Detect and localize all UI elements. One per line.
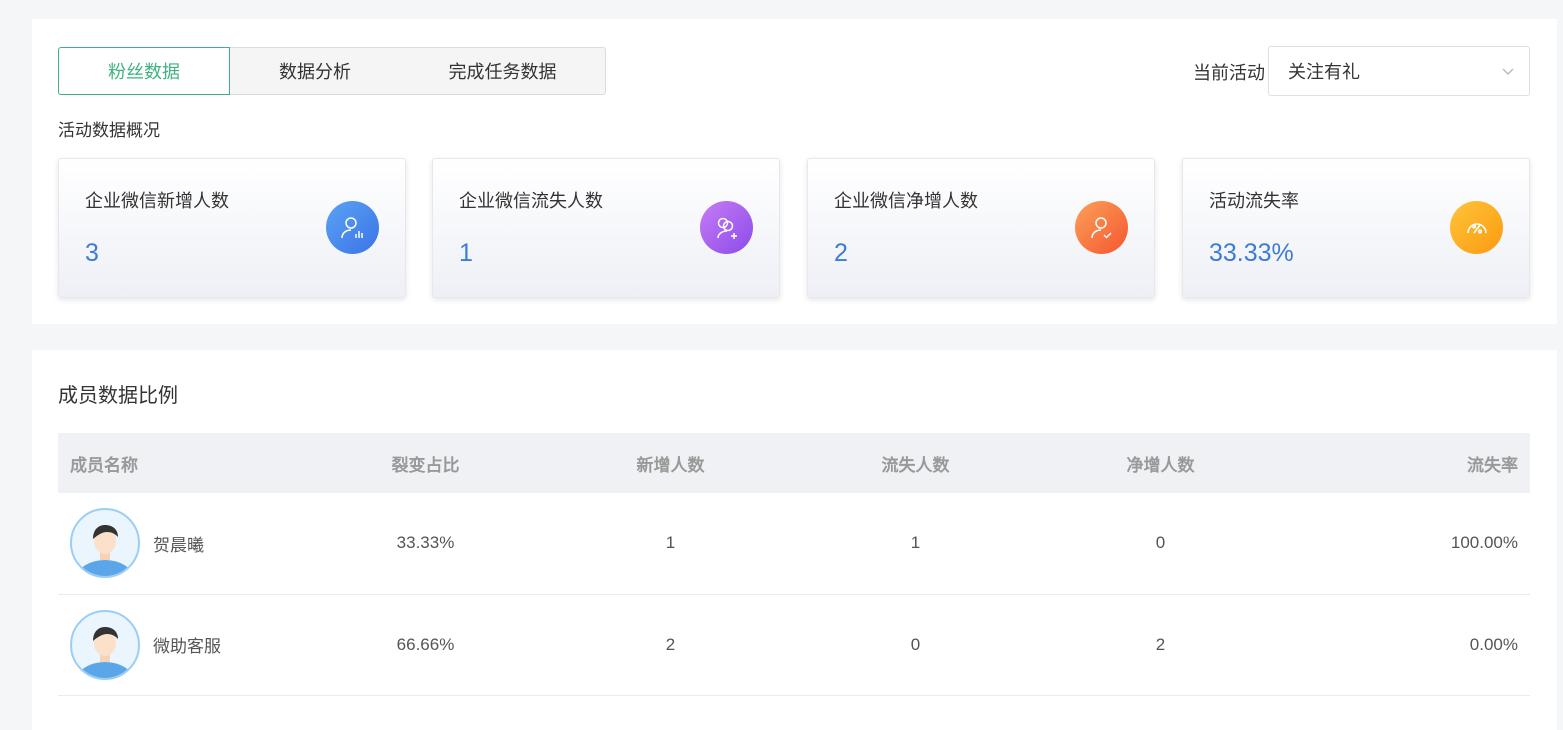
column-header: 裂变占比 <box>391 455 460 475</box>
activity-select[interactable]: 关注有礼 <box>1268 46 1530 96</box>
table-row: 微助客服 66.66% 2 0 2 0.00% <box>58 594 1530 695</box>
ratio-cell: 33.33% <box>396 533 455 553</box>
tab-task-data[interactable]: 完成任务数据 <box>400 47 606 95</box>
user-check-icon <box>1075 201 1128 254</box>
stat-value: 33.33% <box>1209 239 1294 267</box>
stat-value: 3 <box>85 239 99 267</box>
tab-fans-data[interactable]: 粉丝数据 <box>58 47 230 95</box>
column-header: 新增人数 <box>636 455 705 475</box>
lost-cell: 1 <box>910 533 921 553</box>
current-activity-label: 当前活动 <box>1193 63 1265 83</box>
tab-data-analysis[interactable]: 数据分析 <box>230 47 400 95</box>
stat-card-lost: 企业微信流失人数 1 <box>432 158 780 298</box>
new-cell: 1 <box>665 533 676 553</box>
stat-label: 企业微信流失人数 <box>459 191 603 211</box>
activity-overview-panel: 粉丝数据 数据分析 完成任务数据 当前活动 关注有礼 活动数据概况 企业微信新增… <box>32 19 1557 324</box>
member-name: 微助客服 <box>153 637 221 656</box>
rate-cell: 100.00% <box>1450 533 1518 553</box>
activity-select-value: 关注有礼 <box>1288 62 1360 82</box>
column-header: 成员名称 <box>70 455 138 475</box>
tab-bar: 粉丝数据 数据分析 完成任务数据 <box>58 47 606 95</box>
stat-card-rate: 活动流失率 33.33% <box>1182 158 1530 298</box>
rate-cell: 0.00% <box>1469 634 1518 654</box>
table-header-row: 成员名称 裂变占比 新增人数 流失人数 净增人数 流失率 <box>58 433 1530 493</box>
member-table: 成员名称 裂变占比 新增人数 流失人数 净增人数 流失率 贺晨曦 33.33% … <box>58 433 1530 696</box>
member-cell: 贺晨曦 <box>70 508 303 579</box>
member-name: 贺晨曦 <box>153 535 204 555</box>
user-chart-icon <box>326 201 379 254</box>
chevron-down-icon <box>1502 68 1514 75</box>
column-header: 流失人数 <box>881 455 950 475</box>
stat-label: 企业微信新增人数 <box>85 191 229 211</box>
stat-label: 企业微信净增人数 <box>834 191 978 211</box>
table-row: 贺晨曦 33.33% 1 1 0 100.00% <box>58 493 1530 594</box>
percent-gauge-icon <box>1450 201 1503 254</box>
avatar <box>70 609 140 680</box>
net-cell: 0 <box>1155 533 1166 553</box>
stat-card-net: 企业微信净增人数 2 <box>807 158 1155 298</box>
user-plus-icon <box>700 201 753 254</box>
stat-value: 2 <box>834 239 848 267</box>
stat-card-new: 企业微信新增人数 3 <box>58 158 406 298</box>
lost-cell: 0 <box>910 634 921 654</box>
section-title: 成员数据比例 <box>58 385 178 407</box>
stat-value: 1 <box>459 239 473 267</box>
member-cell: 微助客服 <box>70 609 303 680</box>
ratio-cell: 66.66% <box>396 634 455 654</box>
column-header: 净增人数 <box>1126 455 1195 475</box>
overview-title: 活动数据概况 <box>58 121 160 140</box>
column-header: 流失率 <box>1467 455 1518 475</box>
stat-label: 活动流失率 <box>1209 191 1299 211</box>
avatar <box>70 508 140 579</box>
net-cell: 2 <box>1155 634 1166 654</box>
new-cell: 2 <box>665 634 676 654</box>
member-data-panel: 成员数据比例 成员名称 裂变占比 新增人数 流失人数 净增人数 流失率 贺晨曦 … <box>32 350 1557 730</box>
